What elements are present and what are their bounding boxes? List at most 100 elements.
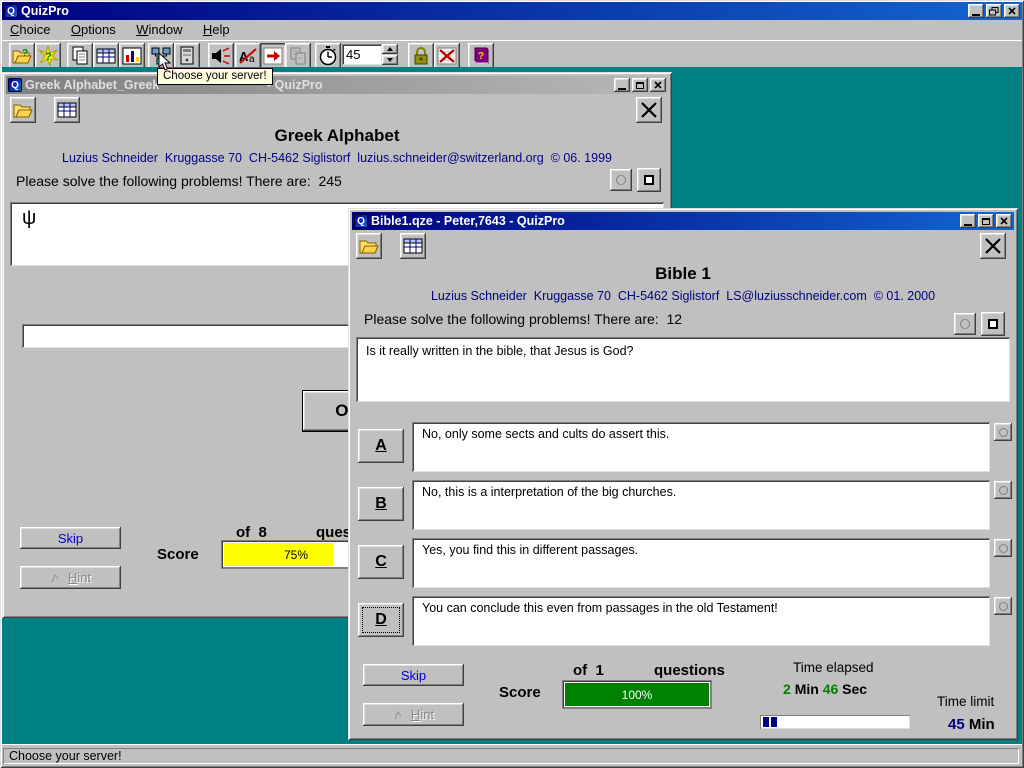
bible-maximize-button[interactable] [978,214,994,228]
spinner-up-button[interactable] [382,44,398,54]
svg-text:?: ? [478,51,484,62]
greek-sound-button[interactable] [610,169,632,191]
copy-button[interactable] [67,43,93,69]
bible-sound-button[interactable] [954,313,976,335]
delete-button[interactable] [434,43,460,69]
time-elapsed-sec: 46 [823,681,839,697]
greek-maximize-button[interactable] [632,78,648,92]
flash-icon: ? [38,46,58,66]
shuffle-button[interactable] [285,43,311,69]
font-button[interactable]: A a [235,43,261,69]
bible-quiz-heading: Bible 1 [348,264,1018,284]
disk-drive-icon [178,46,196,66]
time-limit-spinner[interactable]: 45 [342,44,382,65]
quick-quiz-button[interactable]: ? [35,43,61,69]
bible-skip-button[interactable]: Skip [363,664,464,686]
status-bar: Choose your server! [2,744,1022,766]
bible-of-count: of 1 [573,662,604,679]
answer-a-sound-button[interactable] [994,423,1012,441]
greek-table-button[interactable] [54,97,80,123]
time-progress-segment [771,717,777,727]
app-close-button[interactable] [1004,4,1020,18]
circle-icon [999,486,1008,495]
answer-b-text: No, this is a interpretation of the big … [422,485,676,499]
tooltip: Choose your server! [157,68,273,85]
time-limit-value-row: 45 Min [948,716,995,733]
greek-close-button[interactable] [650,78,666,92]
help-button[interactable]: ? [468,43,494,69]
svg-text:?: ? [22,48,28,59]
app-minimize-button[interactable] [968,4,984,18]
answer-a-button[interactable]: A [358,429,404,463]
bible-close-button[interactable] [996,214,1012,228]
close-icon [654,81,662,89]
table-button[interactable] [93,43,119,69]
bible-title: Bible1.qze - Peter,7643 - QuizPro [371,214,565,228]
bible-open-button[interactable] [356,233,382,259]
red-arrow-icon [263,47,283,65]
menu-item-choice[interactable]: Choice [2,20,58,40]
answer-c-sound-button[interactable] [994,539,1012,557]
table-grid-icon [96,47,116,65]
bible-window: Q Bible1.qze - Peter,7643 - QuizPro [348,208,1018,740]
bible-close-quiz-button[interactable] [980,233,1006,259]
mouse-cursor-icon [158,52,172,72]
timer-button[interactable] [315,43,341,69]
answer-c-button[interactable]: C [358,545,404,579]
stopwatch-icon [318,46,338,66]
close-icon [1000,217,1008,225]
minimize-icon [618,88,626,90]
time-limit-label: Time limit [937,694,994,709]
greek-minimize-button[interactable] [614,78,630,92]
app-title-bar: Q QuizPro [2,2,1022,20]
menu-item-window[interactable]: Window [128,20,190,40]
drive-button[interactable] [174,43,200,69]
greek-open-button[interactable] [10,97,36,123]
statistics-button[interactable] [119,43,145,69]
sound-toggle-button[interactable] [208,43,234,69]
spinner-down-button[interactable] [382,55,398,65]
greek-close-quiz-button[interactable] [636,97,662,123]
bible-prompt: Please solve the following problems! The… [364,311,682,327]
bible-hint-button[interactable]: Hint [363,703,464,726]
bible-picture-button[interactable] [981,312,1005,336]
greek-picture-button[interactable] [637,168,661,192]
maximize-icon [636,82,644,89]
greek-skip-button[interactable]: Skip [20,527,121,549]
time-elapsed-label: Time elapsed [793,660,874,675]
lock-button[interactable] [408,43,434,69]
time-elapsed-sec-unit: Sec [842,681,867,697]
answer-d-sound-button[interactable] [994,597,1012,615]
svg-text:?: ? [45,51,52,63]
answer-d-box: You can conclude this even from passages… [412,596,990,646]
square-icon [988,319,998,329]
bible-minimize-button[interactable] [960,214,976,228]
hint-icon [50,573,60,583]
time-elapsed-min-unit: Min [795,681,819,697]
answer-b-button[interactable]: B [358,487,404,521]
circle-icon [960,319,970,329]
minimize-icon [972,14,980,16]
app-restore-button[interactable] [986,4,1002,18]
answer-b-sound-button[interactable] [994,481,1012,499]
circle-icon [999,602,1008,611]
bible-question-box: Is it really written in the bible, that … [356,337,1010,402]
time-progress-bar [760,715,910,729]
menu-bar: Choice Options Window Help [2,20,1022,40]
greek-hint-button[interactable]: Hint [20,566,121,589]
menu-item-help[interactable]: Help [195,20,238,40]
bible-score-percent: 100% [563,681,711,708]
bible-questions-label: questions [654,662,725,679]
open-quiz-button[interactable]: ? [9,43,35,69]
bible-score-label: Score [499,684,541,701]
greek-author-line: Luzius Schneider Kruggasse 70 CH-5462 Si… [2,151,672,165]
bible-author-line: Luzius Schneider Kruggasse 70 CH-5462 Si… [348,289,1018,303]
table-grid-icon [57,101,77,119]
bible-table-button[interactable] [400,233,426,259]
auto-next-button[interactable] [260,43,286,69]
bible-q-logo-icon: Q [354,214,368,228]
spinner-buttons [382,44,398,65]
maximize-icon [982,218,990,225]
answer-d-button[interactable]: D [358,603,404,637]
menu-item-options[interactable]: Options [63,20,124,40]
